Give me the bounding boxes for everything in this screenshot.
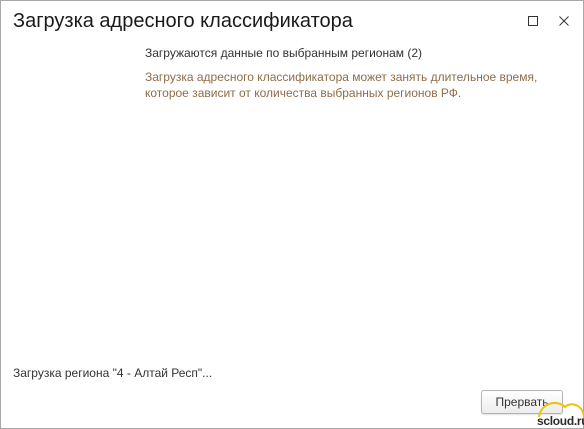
- close-icon: [559, 16, 569, 26]
- loading-note: Загрузка адресного классификатора может …: [145, 70, 538, 100]
- status-text: Загрузка региона "4 - Алтай Респ"...: [13, 366, 213, 380]
- loading-message: Загружаются данные по выбранным регионам…: [145, 46, 423, 60]
- maximize-icon: [528, 16, 538, 26]
- window-title: Загрузка адресного классификатора: [13, 10, 353, 32]
- close-button[interactable]: [556, 13, 572, 29]
- watermark-text: scloud.ru: [537, 414, 584, 428]
- dialog-window: Загрузка адресного классификатора Загруж…: [0, 0, 584, 429]
- watermark-logo: scloud.ru: [535, 397, 584, 429]
- maximize-button[interactable]: [525, 13, 541, 29]
